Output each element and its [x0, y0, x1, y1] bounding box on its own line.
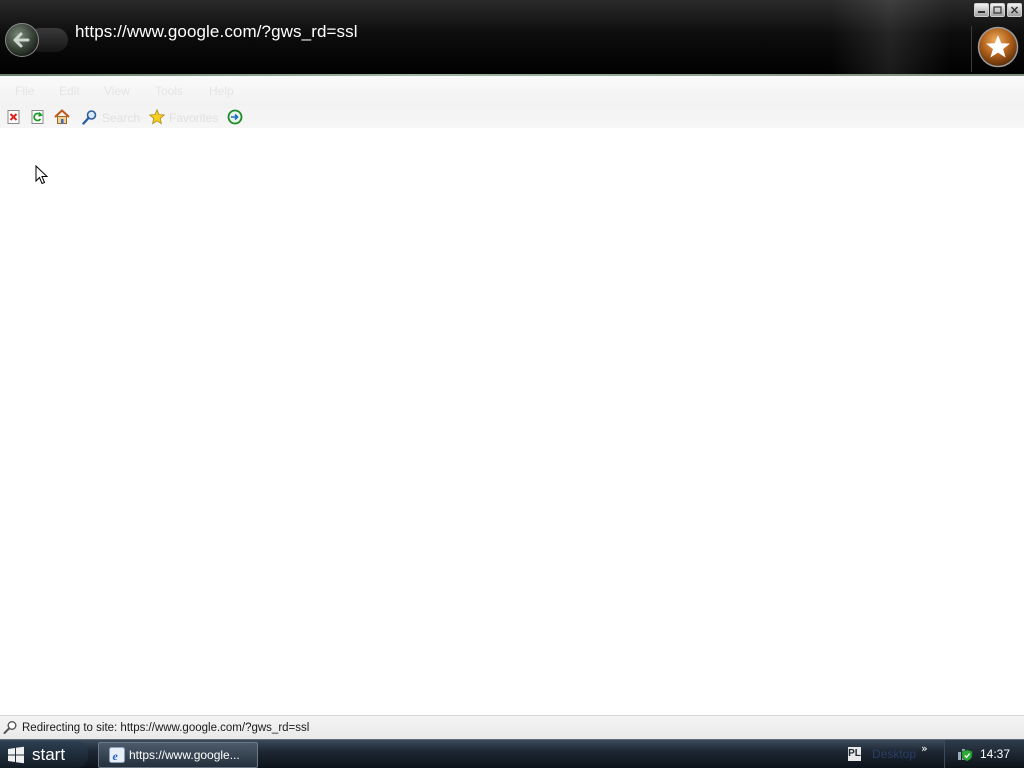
- star-icon: [148, 108, 166, 125]
- favorites-label[interactable]: Favorites: [169, 111, 218, 125]
- menu-file[interactable]: File: [15, 84, 34, 98]
- titlebar-sheen: [830, 0, 950, 76]
- magnifier-icon: [3, 721, 17, 734]
- start-button[interactable]: start: [0, 741, 88, 768]
- status-text: Redirecting to site: https://www.google.…: [22, 722, 310, 734]
- menu-edit[interactable]: Edit: [59, 84, 80, 98]
- minimize-icon: [978, 11, 985, 13]
- page-content-area[interactable]: [0, 128, 1024, 715]
- mouse-cursor: [35, 164, 49, 185]
- ie-media-icon: [227, 109, 243, 125]
- internet-explorer-icon: e: [109, 747, 125, 763]
- menu-bar: File Edit View Tools Help: [0, 76, 1024, 104]
- taskbar: start e https://www.google... PL Desktop…: [0, 739, 1024, 768]
- minimize-button[interactable]: [974, 3, 989, 17]
- menu-view[interactable]: View: [104, 84, 130, 98]
- address-bar-url[interactable]: https://www.google.com/?gws_rd=ssl: [75, 22, 358, 42]
- start-label: start: [32, 745, 66, 764]
- menu-tools[interactable]: Tools: [155, 84, 183, 98]
- search-icon: [82, 110, 97, 125]
- command-toolbar: Search Favorites: [0, 104, 1024, 128]
- refresh-button[interactable]: [30, 109, 46, 125]
- stop-icon: [7, 110, 20, 124]
- taskbar-ie-label: https://www.google...: [129, 748, 240, 762]
- browser-titlebar: https://www.google.com/?gws_rd=ssl: [0, 0, 1024, 76]
- menu-help[interactable]: Help: [209, 84, 234, 98]
- toolbar-overflow-chevron[interactable]: »: [921, 742, 928, 755]
- close-icon: [1010, 6, 1019, 14]
- titlebar-divider: [971, 26, 972, 72]
- status-magnifier: [3, 720, 18, 735]
- favorites-star-orb-icon: [977, 26, 1019, 68]
- back-button[interactable]: [4, 22, 40, 58]
- refresh-icon: [31, 110, 44, 124]
- status-bar: Redirecting to site: https://www.google.…: [0, 715, 1024, 740]
- stop-button[interactable]: [6, 109, 22, 125]
- search-button[interactable]: [82, 109, 98, 125]
- close-window-button[interactable]: [1007, 3, 1022, 17]
- language-indicator[interactable]: PL: [848, 747, 861, 761]
- svg-text:e: e: [113, 749, 119, 763]
- media-button[interactable]: [227, 109, 243, 125]
- search-label[interactable]: Search: [102, 111, 140, 125]
- notification-area: 14:37: [944, 740, 1024, 768]
- restore-icon: [993, 6, 1002, 14]
- system-clock[interactable]: 14:37: [980, 747, 1010, 761]
- network-shield-icon[interactable]: [957, 746, 973, 762]
- arrow-cursor-icon: [35, 164, 49, 185]
- back-arrow-icon: [5, 23, 39, 57]
- restore-button[interactable]: [990, 3, 1005, 17]
- taskbar-ie-window-button[interactable]: e https://www.google...: [98, 742, 258, 768]
- favorites-button[interactable]: [148, 108, 166, 125]
- home-icon: [54, 109, 70, 124]
- home-button[interactable]: [54, 109, 70, 125]
- screen: https://www.google.com/?gws_rd=ssl File …: [0, 0, 1024, 768]
- favorites-center-button[interactable]: [977, 26, 1019, 68]
- windows-logo-icon: [8, 746, 24, 764]
- desktop-toolbar-label[interactable]: Desktop: [872, 747, 916, 761]
